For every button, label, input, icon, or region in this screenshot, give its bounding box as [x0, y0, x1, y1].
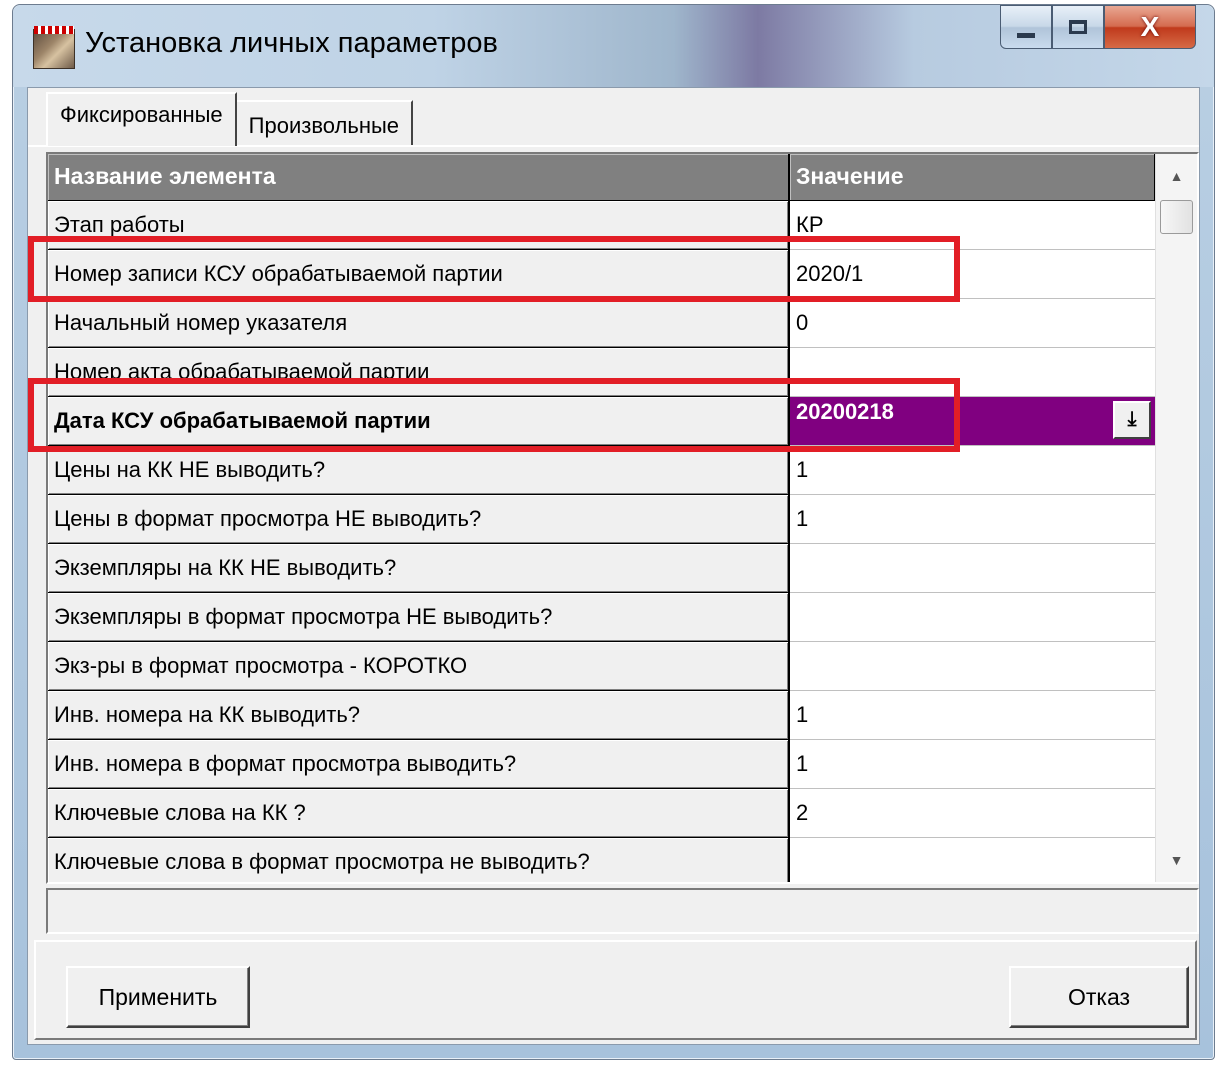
maximize-icon [1069, 20, 1087, 34]
close-icon: X [1140, 11, 1160, 42]
row-name: Цены в формат просмотра НЕ выводить? [48, 494, 790, 544]
table-row[interactable]: Начальный номер указателя 0 [48, 298, 1155, 348]
arrow-down-to-line-icon: ⤓ [1127, 408, 1137, 430]
maximize-button[interactable] [1052, 5, 1104, 49]
table-row[interactable]: Этап работы КР [48, 200, 1155, 250]
row-value[interactable]: 2 [789, 788, 1155, 838]
table-row[interactable]: Ключевые слова на КК ? 2 [48, 788, 1155, 838]
tab-strip: Фиксированные Произвольные [46, 92, 414, 146]
row-value[interactable] [789, 641, 1155, 691]
row-value-text: 20200218 [796, 398, 894, 424]
parameters-grid: Название элемента Значение Этап работы К… [46, 152, 1199, 884]
settings-window: Установка личных параметров X Фиксирован… [12, 4, 1215, 1060]
caption-buttons: X [1000, 5, 1196, 51]
row-name: Ключевые слова на КК ? [48, 788, 790, 838]
window-title: Установка личных параметров [85, 27, 498, 59]
table-row[interactable]: Номер записи КСУ обрабатываемой партии 2… [48, 249, 1155, 299]
apply-button[interactable]: Применить [66, 966, 250, 1028]
button-panel: Применить Отказ [34, 940, 1197, 1040]
row-value[interactable] [789, 592, 1155, 642]
table-row[interactable]: Экз-ры в формат просмотра - КОРОТКО [48, 641, 1155, 691]
table-row-selected[interactable]: Дата КСУ обрабатываемой партии 20200218 … [48, 396, 1155, 446]
title-bar[interactable]: Установка личных параметров X [13, 5, 1214, 87]
scroll-up-icon[interactable]: ▲ [1156, 154, 1197, 198]
row-name: Экземпляры на КК НЕ выводить? [48, 543, 790, 593]
row-name: Начальный номер указателя [48, 298, 790, 348]
row-value[interactable] [789, 837, 1155, 882]
table-row[interactable]: Ключевые слова в формат просмотра не выв… [48, 837, 1155, 882]
row-name: Номер записи КСУ обрабатываемой партии [48, 249, 790, 299]
row-value[interactable]: КР [789, 200, 1155, 250]
row-value[interactable]: 1 [789, 739, 1155, 789]
status-bar [46, 888, 1199, 934]
row-name: Цены на КК НЕ выводить? [48, 445, 790, 495]
row-name: Инв. номера в формат просмотра выводить? [48, 739, 790, 789]
app-icon [33, 26, 75, 69]
date-dropdown-button[interactable]: ⤓ [1113, 400, 1151, 439]
row-value[interactable]: 1 [789, 494, 1155, 544]
row-value[interactable]: 0 [789, 298, 1155, 348]
vertical-scrollbar[interactable]: ▲ ▼ [1155, 154, 1197, 882]
row-name: Экземпляры в формат просмотра НЕ выводит… [48, 592, 790, 642]
tab-custom[interactable]: Произвольные [236, 100, 414, 146]
scroll-down-icon[interactable]: ▼ [1156, 838, 1197, 882]
minimize-button[interactable] [1000, 5, 1052, 49]
column-header-name[interactable]: Название элемента [48, 154, 790, 201]
row-name: Инв. номера на КК выводить? [48, 690, 790, 740]
cancel-button[interactable]: Отказ [1009, 966, 1189, 1028]
table-row[interactable]: Экземпляры в формат просмотра НЕ выводит… [48, 592, 1155, 642]
tab-fixed[interactable]: Фиксированные [46, 92, 237, 146]
row-name: Ключевые слова в формат просмотра не выв… [48, 837, 790, 882]
table-row[interactable]: Инв. номера в формат просмотра выводить?… [48, 739, 1155, 789]
table-row[interactable]: Экземпляры на КК НЕ выводить? [48, 543, 1155, 593]
grid-header-row: Название элемента Значение [48, 154, 1156, 201]
row-value[interactable] [789, 543, 1155, 593]
client-area: Фиксированные Произвольные Название элем… [27, 87, 1200, 1045]
row-name: Дата КСУ обрабатываемой партии [48, 396, 790, 446]
table-row[interactable]: Инв. номера на КК выводить? 1 [48, 690, 1155, 740]
row-value[interactable]: 1 [789, 690, 1155, 740]
close-button[interactable]: X [1104, 5, 1196, 49]
table-row[interactable]: Цены на КК НЕ выводить? 1 [48, 445, 1155, 495]
table-row[interactable]: Номер акта обрабатываемой партии [48, 347, 1155, 397]
row-value[interactable]: 1 [789, 445, 1155, 495]
row-name: Этап работы [48, 200, 790, 250]
scroll-thumb[interactable] [1160, 200, 1193, 234]
row-value-editor[interactable]: 20200218 ⤓ [789, 396, 1155, 446]
table-row[interactable]: Цены в формат просмотра НЕ выводить? 1 [48, 494, 1155, 544]
row-name: Номер акта обрабатываемой партии [48, 347, 790, 397]
column-header-value[interactable]: Значение [789, 154, 1156, 201]
minimize-icon [1017, 32, 1035, 38]
row-value[interactable] [789, 347, 1155, 397]
row-value[interactable]: 2020/1 [789, 249, 1155, 299]
row-name: Экз-ры в формат просмотра - КОРОТКО [48, 641, 790, 691]
